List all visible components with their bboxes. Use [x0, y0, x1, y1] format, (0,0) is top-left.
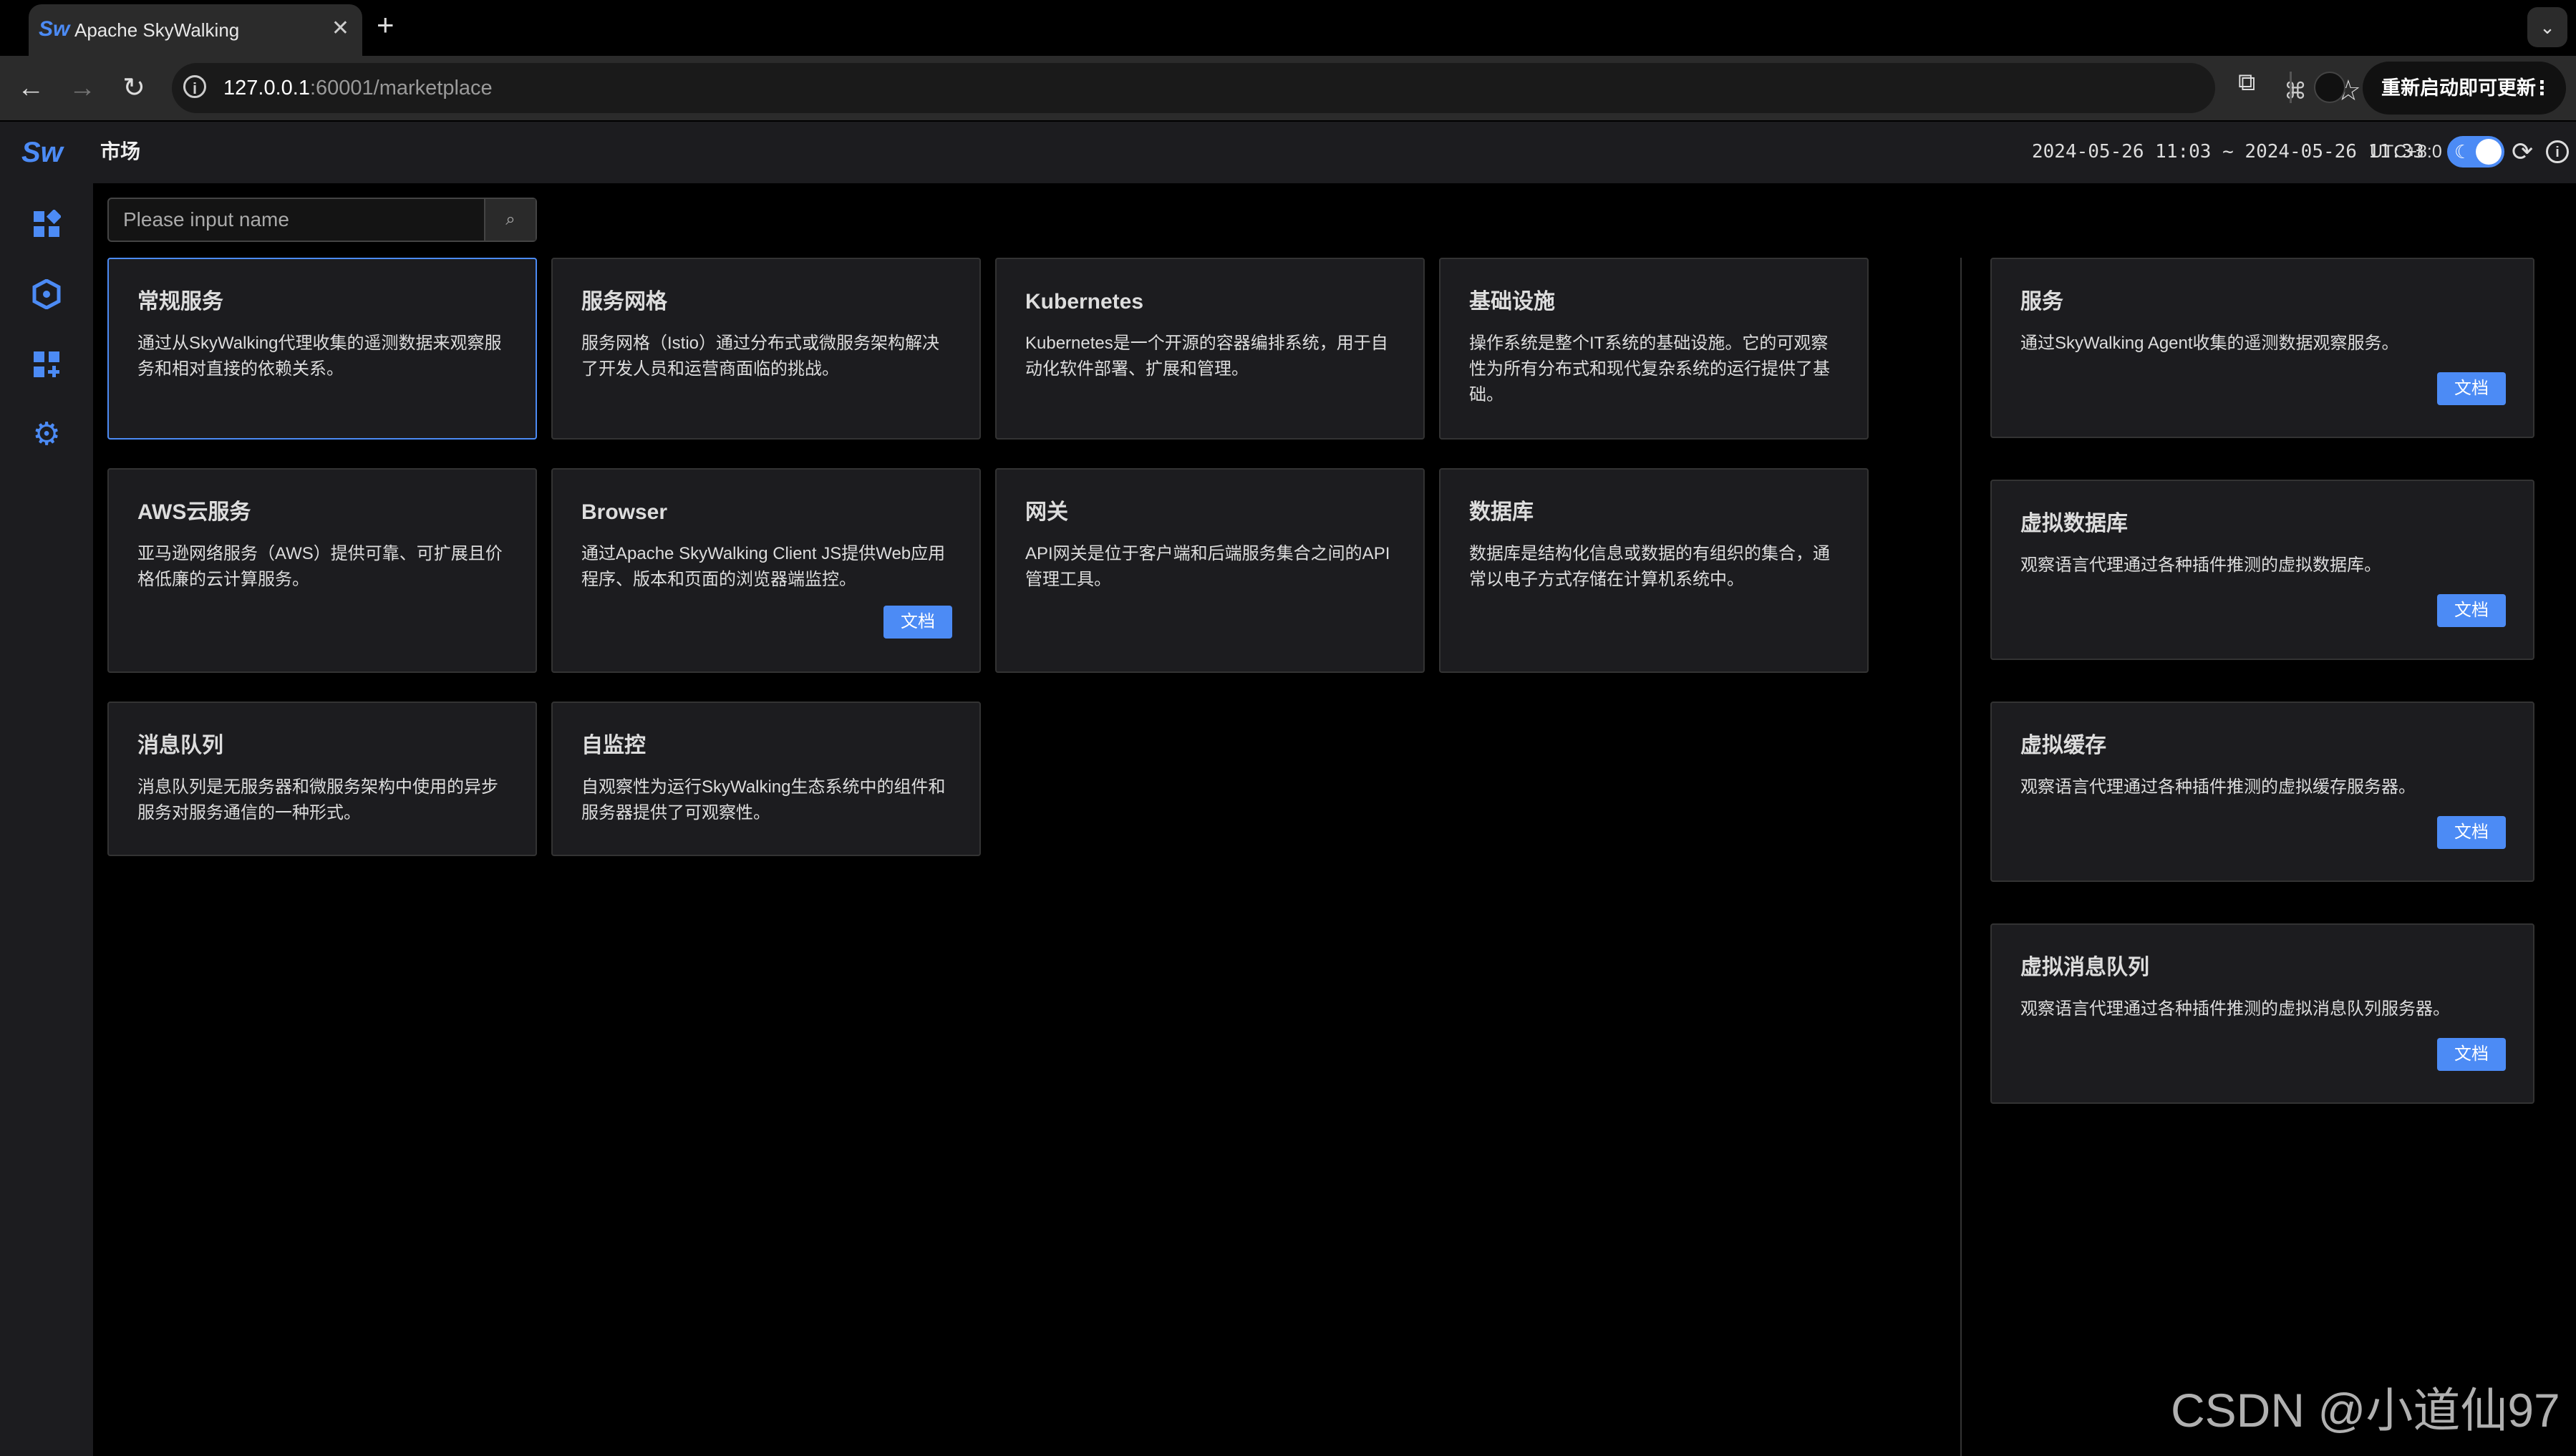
toolbar-divider [2290, 72, 2292, 103]
site-info-icon[interactable]: i [183, 75, 206, 98]
card-aws[interactable]: AWS云服务 亚马逊网络服务（AWS）提供可靠、可扩展且价格低廉的云计算服务。 [107, 468, 537, 673]
tab-title: Apache SkyWalking [74, 19, 240, 41]
search-box: ⌕ [107, 198, 537, 242]
card-infrastructure[interactable]: 基础设施 操作系统是整个IT系统的基础设施。它的可观察性为所有分布式和现代复杂系… [1439, 258, 1869, 440]
browser-tab[interactable]: Sw Apache SkyWalking ✕ [29, 4, 362, 56]
card-title: AWS云服务 [137, 500, 251, 524]
page-title: 市场 [100, 140, 141, 162]
update-button[interactable]: 重新启动即可更新 ⋮ [2363, 62, 2566, 115]
extensions-icon[interactable]: ⧉ [2238, 69, 2255, 97]
skywalking-favicon-icon: Sw [39, 17, 70, 41]
more-menu-icon[interactable]: ⋮ [2532, 62, 2552, 115]
reload-page-icon[interactable]: ↻ [116, 70, 152, 106]
marketplace-icon[interactable] [27, 205, 66, 243]
sidebar: ⚙ [0, 183, 93, 1456]
translate-icon[interactable]: ⌘ [2284, 77, 2307, 105]
card-description: 通过从SkyWalking代理收集的遥测数据来观察服务和相对直接的依赖关系。 [137, 334, 502, 379]
card-title: 虚拟缓存 [2020, 734, 2106, 757]
card-description: 观察语言代理通过各种插件推测的虚拟缓存服务器。 [2020, 777, 2416, 797]
address-bar[interactable]: i 127.0.0.1:60001/marketplace ⌘ ☆ [172, 63, 2361, 113]
column-divider [1960, 258, 1962, 1456]
card-description: 观察语言代理通过各种插件推测的虚拟数据库。 [2020, 555, 2381, 575]
card-title: 虚拟消息队列 [2020, 956, 2149, 979]
card-title: 数据库 [1469, 500, 1534, 524]
card-title: 基础设施 [1469, 290, 1555, 314]
card-description: 服务网格（Istio）通过分布式或微服务架构解决了开发人员和运营商面临的挑战。 [581, 334, 940, 379]
browser-tabstrip: Sw Apache SkyWalking ✕ + ⌄ [0, 0, 2576, 56]
doc-button[interactable]: 文档 [883, 606, 952, 639]
card-description: 消息队列是无服务器和微服务架构中使用的异步服务对服务通信的一种形式。 [137, 777, 498, 822]
card-title: 自监控 [581, 734, 646, 757]
url-host: 127.0.0.1 [223, 77, 310, 100]
card-title: 服务网格 [581, 290, 667, 314]
skywalking-logo[interactable]: Sw [21, 135, 63, 170]
side-card-virtual-database[interactable]: 虚拟数据库 观察语言代理通过各种插件推测的虚拟数据库。 文档 [1990, 480, 2534, 660]
card-description: 观察语言代理通过各种插件推测的虚拟消息队列服务器。 [2020, 999, 2450, 1019]
back-icon[interactable]: ← [13, 70, 49, 106]
time-range-picker[interactable]: 2024-05-26 11:03 ~ 2024-05-26 11:33 [2032, 137, 2424, 166]
url-text[interactable]: 127.0.0.1:60001/marketplace [223, 74, 493, 102]
card-self-observability[interactable]: 自监控 自观察性为运行SkyWalking生态系统中的组件和服务器提供了可观察性… [551, 702, 981, 856]
forward-icon[interactable]: → [64, 70, 100, 106]
hexagon-icon[interactable] [27, 275, 66, 314]
card-description: 亚马逊网络服务（AWS）提供可靠、可扩展且价格低廉的云计算服务。 [137, 544, 503, 589]
card-description: 数据库是结构化信息或数据的有组织的集合，通常以电子方式存储在计算机系统中。 [1469, 544, 1830, 589]
card-title: 服务 [2020, 290, 2063, 314]
doc-button[interactable]: 文档 [2437, 594, 2506, 627]
side-card-service[interactable]: 服务 通过SkyWalking Agent收集的遥测数据观察服务。 文档 [1990, 258, 2534, 438]
search-icon[interactable]: ⌕ [484, 199, 536, 241]
card-general-service[interactable]: 常规服务 通过从SkyWalking代理收集的遥测数据来观察服务和相对直接的依赖… [107, 258, 537, 440]
card-description: 通过Apache SkyWalking Client JS提供Web应用程序、版… [581, 544, 946, 589]
marketplace-main: ⌕ 常规服务 通过从SkyWalking代理收集的遥测数据来观察服务和相对直接的… [93, 183, 2576, 1456]
card-kubernetes[interactable]: Kubernetes Kubernetes是一个开源的容器编排系统，用于自动化软… [995, 258, 1425, 440]
url-path: :60001/marketplace [309, 77, 493, 100]
card-title: 网关 [1025, 500, 1068, 524]
card-title: 消息队列 [137, 734, 223, 757]
card-browser[interactable]: Browser 通过Apache SkyWalking Client JS提供W… [551, 468, 981, 673]
timezone-label: UTC+8:0 [2370, 142, 2442, 162]
card-description: Kubernetes是一个开源的容器编排系统，用于自动化软件部署、扩展和管理。 [1025, 334, 1388, 379]
card-title: Browser [581, 500, 668, 524]
close-tab-icon[interactable]: ✕ [331, 16, 349, 42]
card-description: 操作系统是整个IT系统的基础设施。它的可观察性为所有分布式和现代复杂系统的运行提… [1469, 334, 1830, 404]
refresh-icon[interactable]: ⟳ [2512, 136, 2533, 168]
card-description: 自观察性为运行SkyWalking生态系统中的组件和服务器提供了可观察性。 [581, 777, 946, 822]
side-card-virtual-cache[interactable]: 虚拟缓存 观察语言代理通过各种插件推测的虚拟缓存服务器。 文档 [1990, 702, 2534, 882]
browser-toolbar: ← → ↻ i 127.0.0.1:60001/marketplace ⌘ ☆ … [0, 56, 2576, 120]
side-card-virtual-mq[interactable]: 虚拟消息队列 观察语言代理通过各种插件推测的虚拟消息队列服务器。 文档 [1990, 923, 2534, 1104]
card-title: 常规服务 [137, 290, 223, 314]
card-database[interactable]: 数据库 数据库是结构化信息或数据的有组织的集合，通常以电子方式存储在计算机系统中… [1439, 468, 1869, 673]
search-input[interactable] [109, 199, 484, 241]
card-title: 虚拟数据库 [2020, 512, 2128, 535]
profile-avatar-icon[interactable] [2314, 72, 2345, 103]
card-message-queue[interactable]: 消息队列 消息队列是无服务器和微服务架构中使用的异步服务对服务通信的一种形式。 [107, 702, 537, 856]
doc-button[interactable]: 文档 [2437, 816, 2506, 849]
update-label: 重新启动即可更新 [2381, 77, 2536, 99]
add-dashboard-icon[interactable] [27, 345, 66, 384]
card-title: Kubernetes [1025, 290, 1144, 314]
tab-search-chevron-icon[interactable]: ⌄ [2527, 7, 2567, 47]
doc-button[interactable]: 文档 [2437, 1038, 2506, 1071]
app-header: Sw 市场 2024-05-26 11:03 ~ 2024-05-26 11:3… [0, 122, 2576, 183]
card-description: API网关是位于客户端和后端服务集合之间的API管理工具。 [1025, 544, 1390, 589]
doc-button[interactable]: 文档 [2437, 372, 2506, 405]
theme-toggle[interactable]: ☾ [2447, 136, 2504, 168]
settings-gear-icon[interactable]: ⚙ [27, 415, 66, 454]
info-icon[interactable]: i [2546, 140, 2569, 163]
watermark: CSDN @小道仙97 [2171, 1384, 2560, 1437]
card-gateway[interactable]: 网关 API网关是位于客户端和后端服务集合之间的API管理工具。 [995, 468, 1425, 673]
moon-icon: ☾ [2454, 141, 2471, 162]
card-service-mesh[interactable]: 服务网格 服务网格（Istio）通过分布式或微服务架构解决了开发人员和运营商面临… [551, 258, 981, 440]
new-tab-icon[interactable]: + [377, 10, 394, 40]
card-description: 通过SkyWalking Agent收集的遥测数据观察服务。 [2020, 334, 2399, 353]
toggle-knob [2476, 139, 2502, 165]
